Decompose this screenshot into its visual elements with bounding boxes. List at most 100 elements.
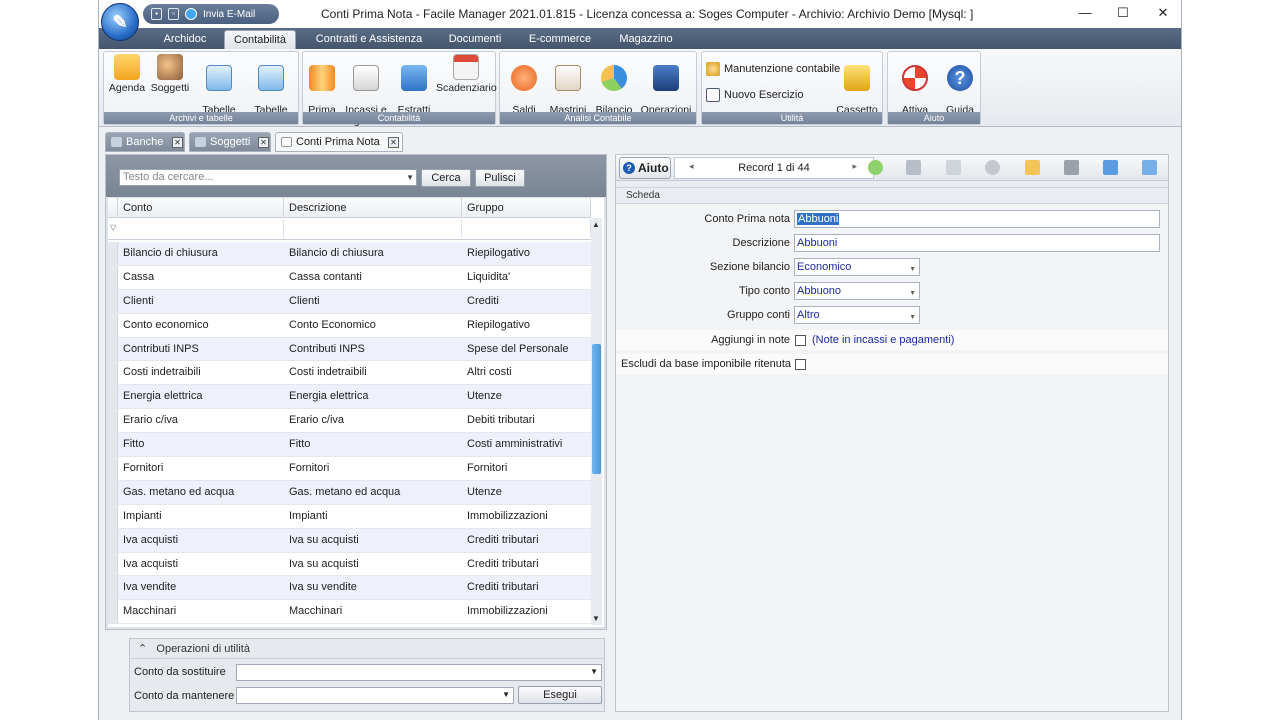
undo-icon[interactable]	[985, 160, 1000, 175]
doc-tab-banche[interactable]: Banche ✕	[105, 132, 185, 152]
scroll-down-icon[interactable]: ▼	[592, 614, 600, 623]
export-icon[interactable]	[1103, 160, 1118, 175]
table-row[interactable]: Contributi INPS Contributi INPS Spese del …	[108, 337, 591, 362]
conto-prima-nota-input[interactable]: Abbuoni	[794, 210, 1160, 228]
nuovo-esercizio-button[interactable]: Nuovo Esercizio	[706, 88, 803, 102]
copy-icon[interactable]	[1142, 160, 1157, 175]
minimize-button[interactable]: —	[1075, 4, 1095, 22]
tab-documenti[interactable]: Documenti	[441, 30, 509, 49]
tab-archidoc[interactable]: Archidoc	[153, 30, 217, 49]
close-button[interactable]: ✕	[1153, 4, 1173, 22]
saldi-contabili-button[interactable]: Saldi Contabili	[502, 54, 546, 138]
table-row[interactable]: Iva acquisti Iva su acquisti Crediti tribu…	[108, 528, 591, 553]
table-row[interactable]: Fitto Fitto Costi amministrativi	[108, 433, 591, 458]
conto-da-sostituire-select[interactable]: ▼	[236, 664, 602, 681]
tab-contratti[interactable]: Contratti e Assistenza	[306, 30, 432, 49]
aiuto-button[interactable]: ? Aiuto	[619, 157, 671, 179]
scrollbar-thumb[interactable]	[592, 344, 601, 474]
document-icon	[281, 137, 292, 147]
filter-icon[interactable]: ▽	[110, 223, 116, 232]
operazioni-fiscali-button[interactable]: Operazioni Fiscali ▾	[638, 54, 694, 138]
print-icon[interactable]: ▫	[168, 8, 179, 20]
print-icon[interactable]	[1064, 160, 1079, 175]
next-record-icon[interactable]: ▸	[852, 161, 857, 172]
estratti-conto-button[interactable]: Estratti conto	[393, 54, 435, 138]
column-header-conto[interactable]: Conto	[118, 198, 284, 218]
escludi-checkbox[interactable]	[795, 359, 806, 370]
filter-cell-descrizione[interactable]	[284, 220, 462, 237]
tab-magazzino[interactable]: Magazzino	[610, 30, 682, 49]
search-input[interactable]: Testo da cercare... ▼	[119, 169, 417, 186]
close-tab-icon[interactable]: ✕	[388, 137, 399, 148]
scadenziario-button[interactable]: Scadenziario	[436, 54, 497, 94]
new-record-icon[interactable]	[868, 160, 883, 175]
scroll-up-icon[interactable]: ▲	[592, 220, 600, 229]
edit-icon[interactable]	[1025, 160, 1040, 175]
table-row[interactable]: Costi indetraibili Costi indetraibili Altr…	[108, 361, 591, 386]
agenda-button[interactable]: Agenda	[106, 54, 148, 94]
collapse-icon[interactable]: ⌃	[138, 643, 147, 655]
table-row[interactable]: Energia elettrica Energia elettrica Utenze	[108, 385, 591, 410]
tabelle-contabili-button[interactable]: Tabelle Contabili ▾	[246, 54, 296, 138]
conto-da-mantenere-select[interactable]: ▼	[236, 687, 514, 704]
table-row[interactable]: Bilancio di chiusura Bilancio di chiusura…	[108, 242, 591, 266]
gruppo-conti-label: Gruppo conti	[727, 309, 790, 321]
table-row[interactable]: Iva acquisti Iva su acquisti Crediti tribu…	[108, 552, 591, 577]
table-row[interactable]: Iva vendite Iva su vendite Crediti tributa…	[108, 576, 591, 601]
guida-online-button[interactable]: ? Guida On line	[940, 54, 980, 138]
save-icon[interactable]	[946, 160, 961, 175]
delete-icon[interactable]	[906, 160, 921, 175]
save-icon[interactable]: ▪	[151, 8, 162, 20]
sezione-bilancio-label: Sezione bilancio	[709, 261, 790, 273]
table-row[interactable]: Gas. metano ed acqua Gas. metano ed acqua…	[108, 480, 591, 505]
filter-cell-gruppo[interactable]	[462, 220, 591, 237]
utility-panel-header[interactable]: ⌃ Operazioni di utilità	[130, 639, 604, 659]
tab-contabilita[interactable]: Contabilità	[224, 30, 296, 49]
filter-cell-conto[interactable]	[118, 220, 284, 237]
aggiungi-in-note-label: Aggiungi in note	[711, 334, 790, 346]
cell-descrizione: Fornitori	[289, 462, 330, 475]
table-row[interactable]: Macchinari Macchinari Immobilizzazioni	[108, 600, 591, 625]
cerca-button[interactable]: Cerca	[421, 169, 471, 187]
table-row[interactable]: Clienti Clienti Crediti	[108, 289, 591, 314]
gruppo-conti-select[interactable]: Altro ▼	[794, 306, 920, 324]
table-row[interactable]: Fornitori Fornitori Fornitori	[108, 457, 591, 481]
send-email-button[interactable]: Invia E-Mail	[203, 9, 255, 20]
manutenzione-contabile-button[interactable]: Manutenzione contabile	[706, 62, 840, 76]
tab-ecommerce[interactable]: E-commerce	[520, 30, 600, 49]
incassi-pagamenti-icon	[353, 65, 379, 91]
app-logo-icon[interactable]: ✎	[101, 3, 139, 41]
column-header-gruppo[interactable]: Gruppo	[462, 198, 591, 218]
tabelle-generali-button[interactable]: Tabelle Generali ▾	[194, 54, 244, 138]
pulisci-button[interactable]: Pulisci	[475, 169, 525, 187]
descrizione-input[interactable]: Abbuoni	[794, 234, 1160, 252]
attiva-assistenza-button[interactable]: Attiva Assistenza	[890, 54, 941, 138]
sezione-bilancio-select[interactable]: Economico ▼	[794, 258, 920, 276]
table-row[interactable]: Impianti Impianti Immobilizzazioni	[108, 504, 591, 529]
cassetto-cassa-button[interactable]: Cassetto Cassa ▾	[832, 54, 882, 138]
close-tab-icon[interactable]: ✕	[258, 137, 269, 148]
mastrini-contabili-button[interactable]: Mastrini Contabili	[546, 54, 590, 138]
descrizione-label: Descrizione	[732, 237, 790, 249]
prima-nota-button[interactable]: Prima Nota	[305, 54, 339, 138]
escludi-label: Escludi da base imponibile ritenuta	[621, 358, 791, 370]
table-row[interactable]: Cassa Cassa contanti Liquidita'	[108, 265, 591, 290]
doc-tab-soggetti[interactable]: Soggetti ✕	[189, 132, 271, 152]
esegui-button[interactable]: Esegui	[518, 686, 602, 704]
incassi-pagamenti-button[interactable]: Incassi e Pagamenti	[341, 54, 391, 138]
close-tab-icon[interactable]: ✕	[172, 137, 183, 148]
group-utilita: Manutenzione contabile Nuovo Esercizio C…	[701, 51, 883, 127]
dropdown-arrow-icon[interactable]: ▼	[406, 170, 414, 185]
maximize-button[interactable]: ☐	[1113, 4, 1133, 22]
table-row[interactable]: Erario c/iva Erario c/iva Debiti tributari	[108, 409, 591, 434]
table-row[interactable]: Conto economico Conto Economico Riepilogat…	[108, 313, 591, 338]
bilancio-contabile-button[interactable]: Bilancio Contabile	[592, 54, 636, 138]
email-icon[interactable]	[185, 8, 197, 20]
doc-tab-conti-prima-nota[interactable]: Conti Prima Nota ✕	[275, 132, 403, 152]
tipo-conto-select[interactable]: Abbuono ▼	[794, 282, 920, 300]
column-header-descrizione[interactable]: Descrizione	[284, 198, 462, 218]
aggiungi-in-note-checkbox[interactable]	[795, 335, 806, 346]
soggetti-button[interactable]: Soggetti	[148, 54, 192, 94]
vertical-scrollbar[interactable]: ▲ ▼	[591, 218, 602, 625]
cell-descrizione: Gas. metano ed acqua	[289, 485, 401, 498]
